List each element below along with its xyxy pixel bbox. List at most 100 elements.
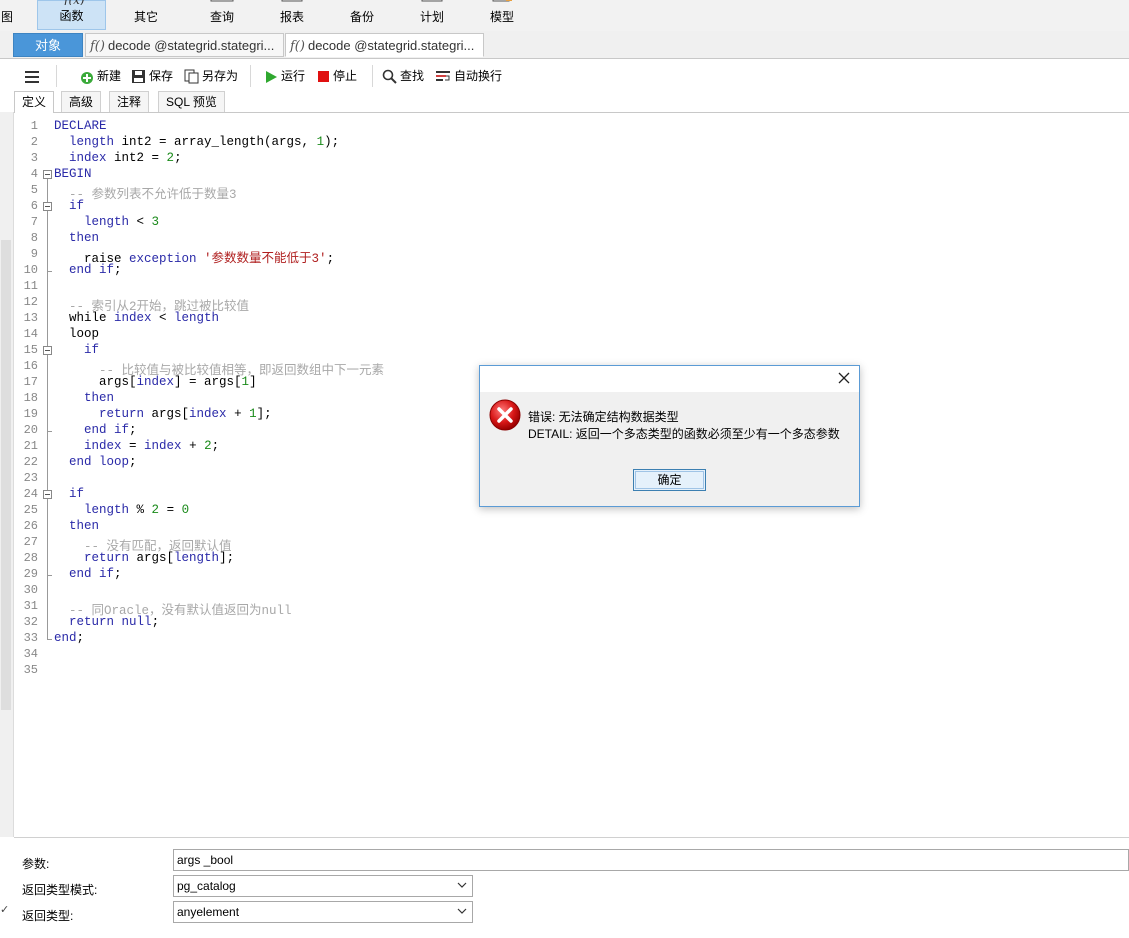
error-message: 错误: 无法确定结构数据类型 xyxy=(528,410,679,424)
ok-button[interactable]: 确定 xyxy=(633,469,706,491)
code-token: index xyxy=(136,375,175,389)
code-line[interactable]: end if; xyxy=(54,567,122,581)
run-button[interactable]: 运行 xyxy=(264,66,305,86)
tab-advanced[interactable]: 高级 xyxy=(61,91,102,112)
fold-toggle[interactable] xyxy=(43,490,52,499)
ribbon-item-backup[interactable]: 备份 xyxy=(328,0,396,30)
code-line[interactable]: then xyxy=(54,391,114,405)
line-number: 27 xyxy=(23,535,38,549)
code-token: BEGIN xyxy=(54,167,92,181)
tab-advanced-label: 高级 xyxy=(69,95,94,109)
function-icon: f(x) xyxy=(63,0,85,5)
code-line[interactable]: index = index + 2; xyxy=(54,439,219,453)
svg-text:f(x): f(x) xyxy=(63,0,85,5)
code-token: length xyxy=(84,215,130,229)
code-line[interactable]: end loop; xyxy=(54,455,137,469)
code-token: < xyxy=(151,311,175,325)
toolbar-separator xyxy=(250,65,251,87)
code-line[interactable]: if xyxy=(54,343,99,357)
tab-function-decode-2[interactable]: f() decode @stategrid.stategri... xyxy=(285,33,484,57)
code-line[interactable]: length % 2 = 0 xyxy=(54,503,189,517)
ribbon-item-functions[interactable]: f(x) 函数 xyxy=(37,0,106,30)
tab-sql-preview[interactable]: SQL 预览 xyxy=(158,91,225,112)
code-line[interactable]: return args[length]; xyxy=(54,551,234,565)
save-button[interactable]: 保存 xyxy=(131,66,173,86)
line-number: 25 xyxy=(23,503,38,517)
code-token: if xyxy=(69,487,85,501)
find-button-label: 查找 xyxy=(400,69,425,83)
ribbon-item-schedule[interactable]: 计划 xyxy=(398,0,466,30)
code-token: length xyxy=(69,135,115,149)
run-icon xyxy=(266,70,277,83)
tab-label: decode @stategrid.stategri... xyxy=(307,38,475,53)
code-token: ; xyxy=(211,439,220,453)
code-line[interactable]: end if; xyxy=(54,263,122,277)
fold-guide xyxy=(47,499,48,575)
ribbon-item-label: 计划 xyxy=(419,10,444,24)
error-dialog: 错误: 无法确定结构数据类型 DETAIL: 返回一个多态类型的函数必须至少有一… xyxy=(479,365,860,507)
line-number: 12 xyxy=(23,295,38,309)
code-line[interactable]: length int2 = array_length(args, 1); xyxy=(54,135,339,149)
chevron-down-icon xyxy=(457,882,467,888)
tab-objects[interactable]: 对象 xyxy=(13,33,83,57)
word-wrap-button[interactable]: 自动换行 xyxy=(435,66,502,86)
code-token: args[ xyxy=(144,407,190,421)
code-line[interactable]: return args[index + 1]; xyxy=(54,407,272,421)
ribbon-item-model[interactable]: 模型 xyxy=(468,0,536,30)
code-line[interactable]: then xyxy=(54,231,99,245)
code-token: return xyxy=(69,615,115,629)
code-line[interactable]: if xyxy=(54,487,84,501)
fold-toggle[interactable] xyxy=(43,170,52,179)
tab-comment[interactable]: 注释 xyxy=(109,91,150,112)
code-line[interactable]: index int2 = 2; xyxy=(54,151,182,165)
close-icon[interactable] xyxy=(837,371,851,385)
left-scrollbar[interactable] xyxy=(1,240,11,710)
ribbon-item-report[interactable]: 报表 xyxy=(258,0,326,30)
code-line[interactable]: if xyxy=(54,199,84,213)
code-line[interactable]: return null; xyxy=(54,615,159,629)
code-token: index xyxy=(69,151,107,165)
code-line[interactable]: length < 3 xyxy=(54,215,159,229)
return-schema-select[interactable]: pg_catalog xyxy=(173,875,473,897)
code-token: if xyxy=(69,199,85,213)
code-token: ; xyxy=(114,567,122,581)
code-line[interactable]: args[index] = args[1] xyxy=(54,375,257,389)
code-token: ; xyxy=(129,423,137,437)
code-line[interactable]: BEGIN xyxy=(54,167,92,181)
toolbar-separator xyxy=(56,65,57,87)
code-line[interactable]: then xyxy=(54,519,99,533)
ribbon-item-other[interactable]: 其它 xyxy=(112,0,180,30)
tab-definition[interactable]: 定义 xyxy=(14,91,55,113)
ribbon-item-label: 函数 xyxy=(59,9,84,23)
code-line[interactable]: DECLARE xyxy=(54,119,107,133)
save-as-button[interactable]: 另存为 xyxy=(184,66,238,86)
stop-button[interactable]: 停止 xyxy=(317,66,357,86)
code-token: null xyxy=(121,615,152,629)
menu-button[interactable] xyxy=(24,66,40,86)
code-token: index xyxy=(84,439,122,453)
ribbon-item-view[interactable]: 图 xyxy=(0,0,14,30)
code-line[interactable]: while index < length xyxy=(54,311,219,325)
tab-function-decode-1[interactable]: f() decode @stategrid.stategri... xyxy=(85,33,284,57)
line-number: 24 xyxy=(23,487,38,501)
code-line[interactable]: loop xyxy=(54,327,99,341)
fold-toggle[interactable] xyxy=(43,346,52,355)
params-input[interactable]: args _bool xyxy=(173,849,1129,871)
new-button[interactable]: 新建 xyxy=(78,66,121,86)
ribbon-item-query[interactable]: 查询 xyxy=(188,0,256,30)
find-button[interactable]: 查找 xyxy=(382,66,424,86)
fold-toggle[interactable] xyxy=(43,202,52,211)
code-line[interactable]: end; xyxy=(54,631,84,645)
return-type-select[interactable]: anyelement xyxy=(173,901,473,923)
code-token: ; xyxy=(151,615,160,629)
line-number: 9 xyxy=(30,247,38,261)
code-line[interactable]: end if; xyxy=(54,423,137,437)
line-number: 19 xyxy=(23,407,38,421)
code-token: end if xyxy=(69,263,115,277)
